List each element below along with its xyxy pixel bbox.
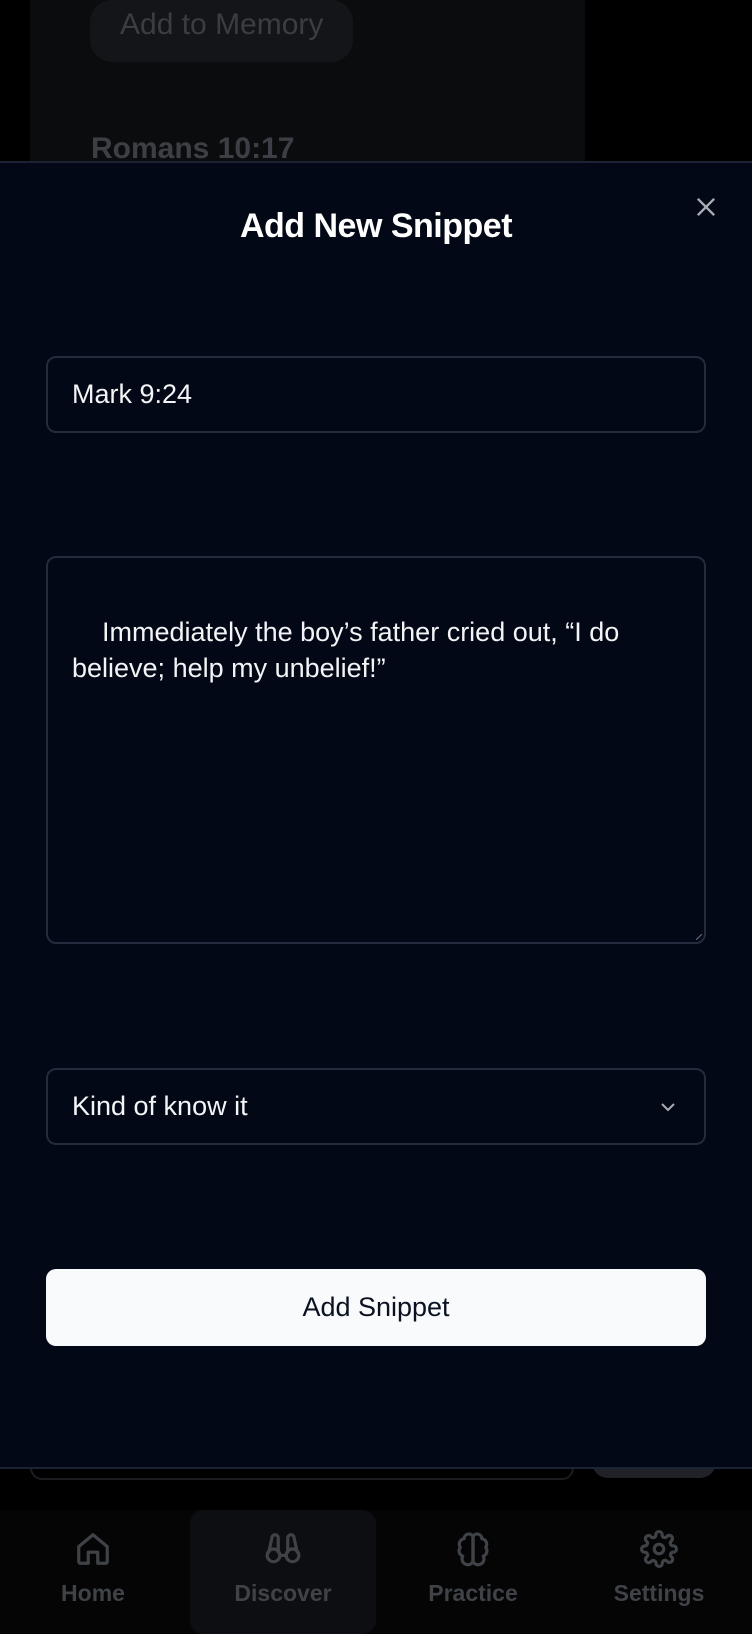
verse-text-value: Immediately the boy’s father cried out, … <box>72 617 627 683</box>
resize-handle-icon[interactable] <box>696 934 702 940</box>
binoculars-icon <box>265 1533 301 1564</box>
gear-icon <box>640 1530 678 1568</box>
background-input <box>30 1468 574 1480</box>
nav-item-settings[interactable]: Settings <box>566 1510 752 1634</box>
add-snippet-button[interactable]: Add Snippet <box>46 1269 706 1346</box>
reference-input[interactable]: Mark 9:24 <box>46 356 706 433</box>
chevron-down-icon <box>661 1102 675 1111</box>
nav-label-home: Home <box>61 1580 125 1606</box>
reference-input-value: Mark 9:24 <box>72 379 193 409</box>
close-button[interactable] <box>692 193 720 221</box>
bottom-nav: Home Discover Practice Settings <box>0 1510 752 1634</box>
modal-title: Add New Snippet <box>239 207 513 245</box>
familiarity-select-value: Kind of know it <box>72 1091 248 1121</box>
add-snippet-modal: Add New Snippet Mark 9:24 Immediately th… <box>0 161 752 1469</box>
nav-item-discover[interactable]: Discover <box>190 1510 376 1634</box>
nav-item-practice[interactable]: Practice <box>380 1510 566 1634</box>
verse-text-area[interactable]: Immediately the boy’s father cried out, … <box>46 556 706 944</box>
home-icon <box>77 1533 109 1565</box>
nav-label-settings: Settings <box>613 1580 705 1606</box>
nav-label-practice: Practice <box>428 1580 518 1606</box>
add-to-memory-button: Add to Memory <box>90 0 354 62</box>
verse-card: Add to Memory Romans 10:17 <box>30 0 585 170</box>
close-icon <box>697 198 715 216</box>
brain-icon <box>457 1532 489 1567</box>
nav-item-home[interactable]: Home <box>0 1510 186 1634</box>
familiarity-select[interactable]: Kind of know it <box>46 1068 706 1145</box>
nav-label-discover: Discover <box>234 1580 332 1606</box>
